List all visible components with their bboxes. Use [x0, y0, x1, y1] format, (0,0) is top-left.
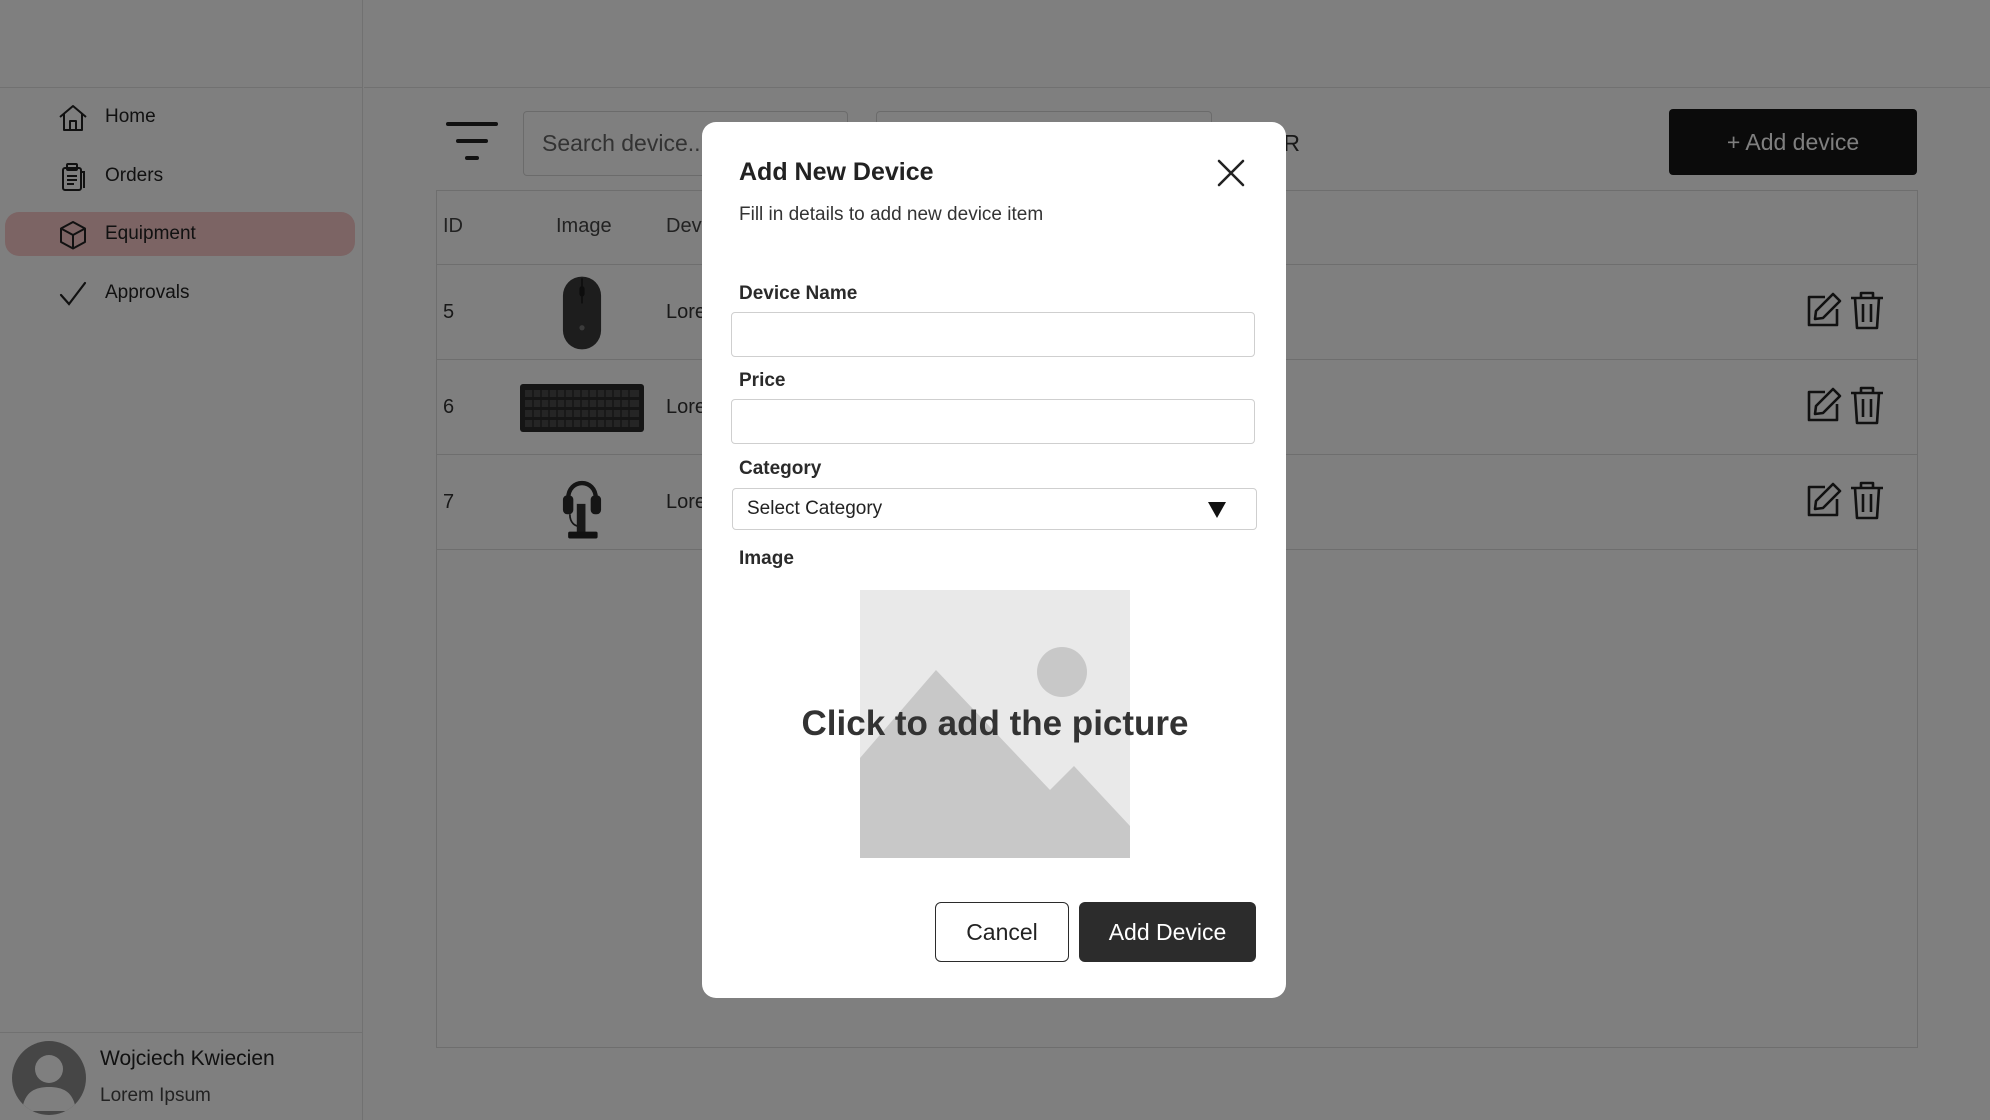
close-icon[interactable]: [1216, 158, 1246, 188]
device-name-input[interactable]: [731, 312, 1255, 357]
dialog-title: Add New Device: [739, 158, 934, 186]
image-upload-area[interactable]: Click to add the picture: [802, 590, 1189, 858]
add-device-dialog: Add New Device Fill in details to add ne…: [702, 122, 1286, 998]
category-selected-value: Select Category: [747, 498, 883, 519]
cancel-button[interactable]: Cancel: [935, 902, 1069, 962]
image-upload-prompt: Click to add the picture: [801, 704, 1189, 743]
device-name-label: Device Name: [739, 283, 858, 304]
category-label: Category: [739, 458, 822, 479]
dropdown-arrow-icon: [1208, 502, 1226, 518]
dialog-subtitle: Fill in details to add new device item: [739, 204, 1044, 225]
price-input[interactable]: [731, 399, 1255, 444]
image-label: Image: [739, 548, 794, 569]
category-select[interactable]: Select Category: [732, 488, 1257, 530]
price-label: Price: [739, 370, 786, 391]
add-device-submit-button[interactable]: Add Device: [1079, 902, 1256, 962]
